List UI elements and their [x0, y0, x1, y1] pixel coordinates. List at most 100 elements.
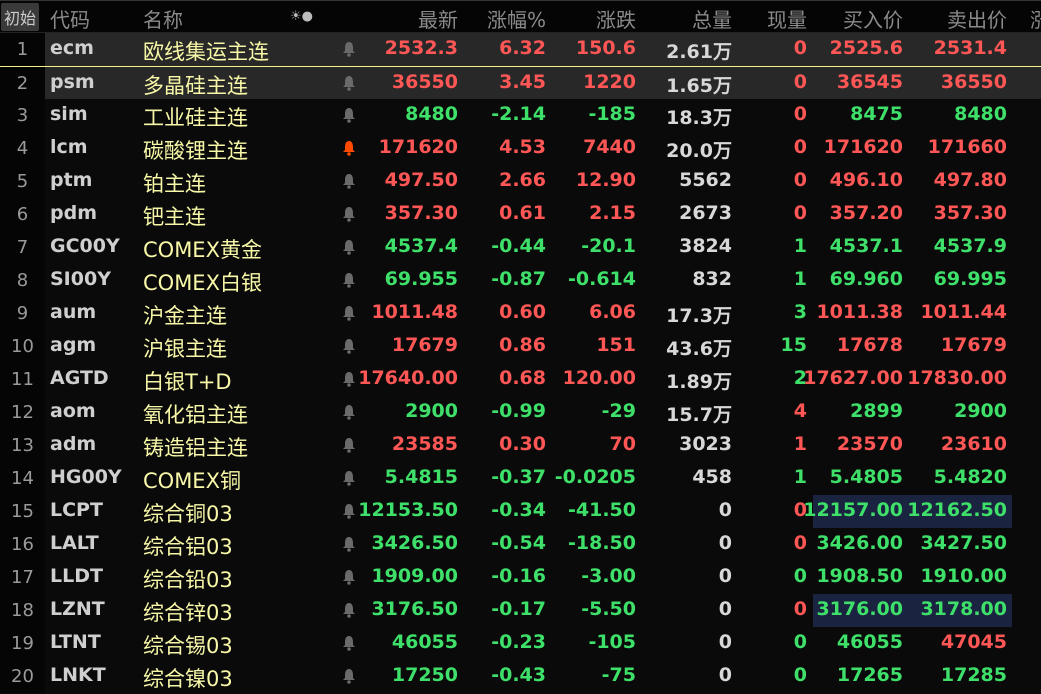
code-cell: LCPT: [50, 499, 103, 521]
change: 2.15: [589, 202, 636, 224]
table-row[interactable]: 8 SI00Y COMEX白银 69.955 -0.87 -0.614 832 1 69.960…: [0, 264, 1041, 297]
ask-price: 17679: [940, 334, 1007, 356]
table-row[interactable]: 14 HG00Y COMEX铜 5.4815 -0.37 -0.0205 458 1 5.480…: [0, 462, 1041, 495]
table-row[interactable]: 9 aum 沪金主连 1011.48 0.60 6.06 17.3万 3 1011.38 1011…: [0, 297, 1041, 330]
table-row[interactable]: 12 aom 氧化铝主连 2900 -0.99 -29 15.7万 4 2899 2900: [0, 396, 1041, 429]
header-chg[interactable]: 涨跌: [596, 4, 636, 33]
table-row[interactable]: 4 lcm 碳酸锂主连 171620 4.53 7440 20.0万 0 171620 17166…: [0, 132, 1041, 165]
current-volume: 15: [780, 334, 807, 356]
table-row[interactable]: 6 pdm 钯主连 357.30 0.61 2.15 2673 0 357.20 357.30: [0, 198, 1041, 231]
name-cell: 综合铅03: [143, 568, 233, 592]
name-cell: 钯主连: [143, 205, 206, 229]
bell-icon[interactable]: [342, 205, 356, 222]
change-pct: 0.61: [499, 202, 546, 224]
table-row[interactable]: 10 agm 沪银主连 17679 0.86 151 43.6万 15 17678 17679: [0, 330, 1041, 363]
table-row[interactable]: 5 ptm 铂主连 497.50 2.66 12.90 5562 0 496.10 497.80: [0, 165, 1041, 198]
bell-icon[interactable]: [342, 139, 356, 156]
header-name[interactable]: 名称: [143, 4, 183, 33]
header-bid[interactable]: 买入价: [843, 4, 903, 33]
row-number: 12: [0, 396, 45, 429]
name-cell: 铸造铝主连: [143, 436, 248, 460]
bell-icon[interactable]: [342, 502, 356, 519]
table-row[interactable]: 15 LCPT 综合铜03 12153.50 -0.34 -41.50 0 0 12157.00…: [0, 495, 1041, 528]
table-row[interactable]: 1 ecm 欧线集运主连 2532.3 6.32 150.6 2.61万 0 2525.6 253…: [0, 33, 1041, 66]
code-cell: LLDT: [50, 565, 103, 587]
bell-icon[interactable]: [342, 634, 356, 651]
table-row[interactable]: 3 sim 工业硅主连 8480 -2.14 -185 18.3万 0 8475 8480: [0, 99, 1041, 132]
table-row[interactable]: 17 LLDT 综合铅03 1909.00 -0.16 -3.00 0 0 1908.50 191…: [0, 561, 1041, 594]
code-cell: agm: [50, 334, 97, 356]
bell-icon[interactable]: [342, 601, 356, 618]
current-volume: 0: [793, 103, 807, 125]
change: 7440: [583, 136, 636, 158]
ask-price: 12162.50: [907, 499, 1007, 521]
last-price: 12153.50: [358, 499, 458, 521]
header-cur[interactable]: 现量: [767, 4, 807, 33]
bid-price: 2525.6: [829, 37, 903, 59]
header-last[interactable]: 最新: [418, 4, 458, 33]
bell-icon[interactable]: [342, 370, 356, 387]
header-pct[interactable]: 涨幅%: [487, 4, 546, 33]
bell-icon[interactable]: [342, 304, 356, 321]
table-row[interactable]: 16 LALT 综合铝03 3426.50 -0.54 -18.50 0 0 3426.00 34…: [0, 528, 1041, 561]
change-pct: 0.68: [499, 367, 546, 389]
bell-icon[interactable]: [342, 337, 356, 354]
bid-price: 1011.38: [816, 301, 903, 323]
change-pct: 6.32: [499, 37, 546, 59]
bell-icon[interactable]: [342, 535, 356, 552]
bell-icon[interactable]: [342, 238, 356, 255]
table-row[interactable]: 11 AGTD 白银T+D 17640.00 0.68 120.00 1.89万 2 17627…: [0, 363, 1041, 396]
ask-price: 17285: [940, 664, 1007, 686]
table-row[interactable]: 20 LNKT 综合镍03 17250 -0.43 -75 0 0 17265 17285: [0, 660, 1041, 693]
table-row[interactable]: 2 psm 多晶硅主连 36550 3.45 1220 1.65万 0 36545 36550: [0, 66, 1041, 100]
bell-icon[interactable]: [342, 106, 356, 123]
reset-button[interactable]: 初始: [1, 3, 40, 31]
name-cell: 综合铝03: [143, 535, 233, 559]
change-pct: -0.37: [491, 466, 546, 488]
row-number: 15: [0, 495, 45, 528]
current-volume: 1: [793, 433, 807, 455]
code-cell: aum: [50, 301, 97, 323]
name-cell: 白银T+D: [143, 370, 232, 394]
change: -0.614: [568, 268, 636, 290]
header-vol[interactable]: 总量: [692, 4, 732, 33]
table-header: 初始 代码 名称 ☀● 最新 涨幅% 涨跌 总量 现量 买入价 卖出价 涨: [0, 0, 1041, 33]
bell-icon[interactable]: [342, 40, 356, 57]
row-number: 6: [0, 198, 45, 231]
code-cell: aom: [50, 400, 96, 422]
bell-icon[interactable]: [342, 403, 356, 420]
change: -105: [588, 631, 636, 653]
row-number: 20: [0, 660, 45, 693]
bell-icon[interactable]: [342, 172, 356, 189]
change: -29: [601, 400, 636, 422]
last-price: 69.955: [384, 268, 458, 290]
table-row[interactable]: 7 GC00Y COMEX黄金 4537.4 -0.44 -20.1 3824 1 4537.1…: [0, 231, 1041, 264]
code-cell: AGTD: [50, 367, 109, 389]
table-row[interactable]: 13 adm 铸造铝主连 23585 0.30 70 3023 1 23570 23610: [0, 429, 1041, 462]
change: 6.06: [589, 301, 636, 323]
name-cell: 综合镍03: [143, 667, 233, 691]
header-code[interactable]: 代码: [50, 4, 90, 33]
total-volume: 0: [718, 532, 732, 554]
bell-icon[interactable]: [342, 667, 356, 684]
bid-price: 4537.1: [829, 235, 903, 257]
table-row[interactable]: 19 LTNT 综合锡03 46055 -0.23 -105 0 0 46055 47045: [0, 627, 1041, 660]
ask-price: 3178.00: [920, 598, 1007, 620]
ask-price: 1011.44: [920, 301, 1007, 323]
bell-icon[interactable]: [342, 271, 356, 288]
header-ask[interactable]: 卖出价: [947, 4, 1007, 33]
bell-icon[interactable]: [342, 568, 356, 585]
code-cell: LTNT: [50, 631, 101, 653]
bell-icon[interactable]: [342, 469, 356, 486]
row-number: 19: [0, 627, 45, 660]
last-price: 3426.50: [371, 532, 458, 554]
table-row[interactable]: 18 LZNT 综合锌03 3176.50 -0.17 -5.50 0 0 3176.00 317…: [0, 594, 1041, 627]
header-more[interactable]: 涨: [1030, 4, 1041, 33]
code-cell: GC00Y: [50, 235, 120, 257]
bell-icon[interactable]: [342, 74, 356, 91]
bell-icon[interactable]: [342, 436, 356, 453]
ask-price: 5.4820: [933, 466, 1007, 488]
bid-price: 36545: [836, 71, 903, 93]
display-toggle-icon[interactable]: ☀●: [290, 9, 313, 24]
change-pct: 2.66: [499, 169, 546, 191]
